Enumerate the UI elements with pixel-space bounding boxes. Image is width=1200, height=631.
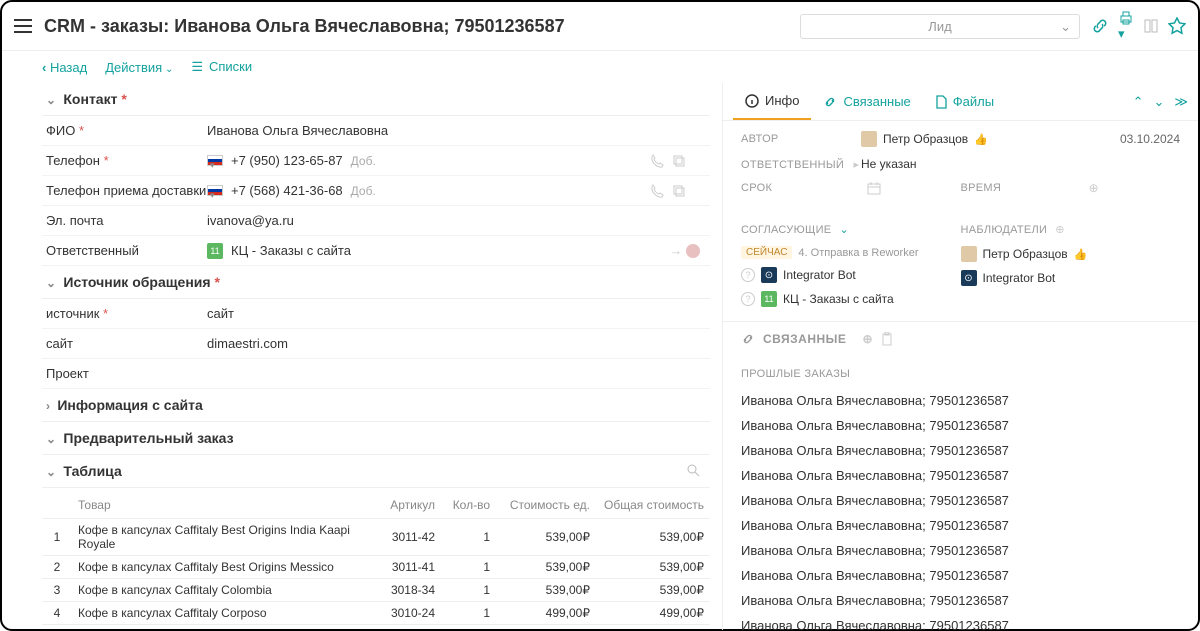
table-row[interactable]: 2Кофе в капсулах Caffitaly Best Origins …	[42, 556, 710, 579]
field-phone: Телефон * +7 (950) 123-65-87 Доб.	[42, 146, 710, 176]
status-icon: ?	[741, 268, 755, 282]
add-phone2[interactable]: Доб.	[351, 184, 376, 198]
field-phone2: Телефон приема доставки +7 (568) 421-36-…	[42, 176, 710, 206]
arrow-icon[interactable]: →	[669, 243, 700, 259]
calendar-icon[interactable]	[867, 181, 881, 195]
deadline-label: СРОК	[741, 182, 861, 194]
field-source: источник * сайт	[42, 299, 710, 329]
linked-header: СВЯЗАННЫЕ ⊕	[723, 321, 1198, 356]
copy-icon[interactable]	[672, 154, 686, 168]
table-row[interactable]: 1Кофе в капсулах Caffitaly Best Origins …	[42, 519, 710, 556]
add-watcher-icon[interactable]: ⊕	[1055, 223, 1065, 236]
field-site: сайт dimaestri.com	[42, 329, 710, 359]
order-link[interactable]: Иванова Ольга Вячеславовна; 79501236587	[741, 413, 1180, 438]
section-source[interactable]: Источник обращения *	[42, 266, 710, 299]
layout-icon[interactable]	[1144, 19, 1158, 33]
watchers-label: НАБЛЮДАТЕЛИ⊕	[961, 217, 1181, 242]
back-button[interactable]: Назад	[42, 60, 87, 75]
order-link[interactable]: Иванова Ольга Вячеславовна; 79501236587	[741, 613, 1180, 630]
collapse-up-icon[interactable]: ⌃	[1133, 94, 1144, 110]
order-link[interactable]: Иванова Ольга Вячеславовна; 79501236587	[741, 588, 1180, 613]
tab-files[interactable]: Файлы	[923, 84, 1006, 119]
past-orders-label: ПРОШЛЫЕ ЗАКАЗЫ	[741, 360, 1180, 388]
table-header: Товар Артикул Кол-во Стоимость ед. Общая…	[42, 492, 710, 519]
order-link[interactable]: Иванова Ольга Вячеславовна; 79501236587	[741, 388, 1180, 413]
tab-linked[interactable]: Связанные	[811, 84, 922, 119]
watcher-item[interactable]: ⊙Integrator Bot	[961, 266, 1181, 290]
order-link[interactable]: Иванова Ольга Вячеславовна; 79501236587	[741, 488, 1180, 513]
order-link[interactable]: Иванова Ольга Вячеславовна; 79501236587	[741, 538, 1180, 563]
add-phone[interactable]: Доб.	[351, 154, 376, 168]
expand-icon[interactable]: ≫	[1174, 94, 1188, 110]
clipboard-icon[interactable]	[881, 332, 893, 346]
bot-icon: ⊙	[961, 270, 977, 286]
thumb-icon: 👍	[1074, 248, 1088, 261]
section-site-info[interactable]: Информация с сайта	[42, 389, 710, 422]
add-linked-icon[interactable]: ⊕	[862, 332, 873, 346]
order-link[interactable]: Иванова Ольга Вячеславовна; 79501236587	[741, 513, 1180, 538]
status-icon: ?	[741, 292, 755, 306]
table-row[interactable]: 4Кофе в капсулах Caffitaly Corposo3010-2…	[42, 602, 710, 625]
menu-icon[interactable]	[14, 19, 32, 33]
collapse-down-icon[interactable]: ⌄	[1153, 94, 1164, 110]
bot-icon: ⊙	[761, 267, 777, 283]
call-icon[interactable]	[650, 184, 664, 198]
field-responsible: Ответственный 11КЦ - Заказы с сайта →	[42, 236, 710, 266]
link-icon[interactable]	[1092, 18, 1108, 34]
resp-badge-icon: 11	[761, 291, 777, 307]
approver-step: СЕЙЧАС4. Отправка в Reworker	[741, 242, 961, 263]
call-icon[interactable]	[650, 154, 664, 168]
resp-label: ОТВЕТСТВЕННЫЙ ▸	[741, 158, 861, 171]
approvers-label: СОГЛАСУЮЩИЕ⌄	[741, 217, 961, 242]
resp-badge-icon: 11	[207, 243, 223, 259]
print-icon[interactable]: ▾	[1118, 10, 1134, 42]
avatar-icon	[961, 246, 977, 262]
order-link[interactable]: Иванова Ольга Вячеславовна; 79501236587	[741, 438, 1180, 463]
lists-button[interactable]: ☰ Списки	[191, 59, 252, 75]
tab-info[interactable]: Инфо	[733, 83, 811, 120]
star-icon[interactable]	[1168, 17, 1186, 35]
add-time-icon[interactable]: ⊕	[1089, 181, 1099, 195]
copy-icon[interactable]	[672, 184, 686, 198]
field-fio: ФИО * Иванова Ольга Вячеславовна	[42, 116, 710, 146]
status-dropdown[interactable]: Лид	[800, 14, 1080, 39]
date: 03.10.2024	[1120, 132, 1180, 146]
time-label: ВРЕМЯ	[961, 182, 1081, 194]
thumb-icon: 👍	[974, 133, 988, 146]
field-project: Проект	[42, 359, 710, 389]
search-icon[interactable]	[686, 463, 700, 477]
avatar-icon	[861, 131, 877, 147]
actions-dropdown[interactable]: Действия	[105, 60, 173, 75]
section-table[interactable]: Таблица	[42, 455, 710, 488]
section-contact[interactable]: Контакт *	[42, 83, 710, 116]
watcher-item[interactable]: Петр Образцов👍	[961, 242, 1181, 266]
section-preorder[interactable]: Предварительный заказ	[42, 422, 710, 455]
flag-dropdown[interactable]	[207, 155, 223, 166]
approver-item[interactable]: ?11КЦ - Заказы с сайта	[741, 287, 961, 311]
author-label: АВТОР	[741, 133, 861, 145]
order-link[interactable]: Иванова Ольга Вячеславовна; 79501236587	[741, 563, 1180, 588]
chevron-down-icon[interactable]: ⌄	[839, 223, 849, 236]
table-row[interactable]: 3Кофе в капсулах Caffitaly Colombia3018-…	[42, 579, 710, 602]
approver-item[interactable]: ?⊙Integrator Bot	[741, 263, 961, 287]
page-title: CRM - заказы: Иванова Ольга Вячеславовна…	[44, 16, 800, 37]
flag-dropdown[interactable]	[207, 185, 223, 196]
field-email: Эл. почта ivanova@ya.ru	[42, 206, 710, 236]
table-row[interactable]: 5Кофе в капсулах Caffitaly Costa Rica301…	[42, 625, 710, 630]
order-link[interactable]: Иванова Ольга Вячеславовна; 79501236587	[741, 463, 1180, 488]
